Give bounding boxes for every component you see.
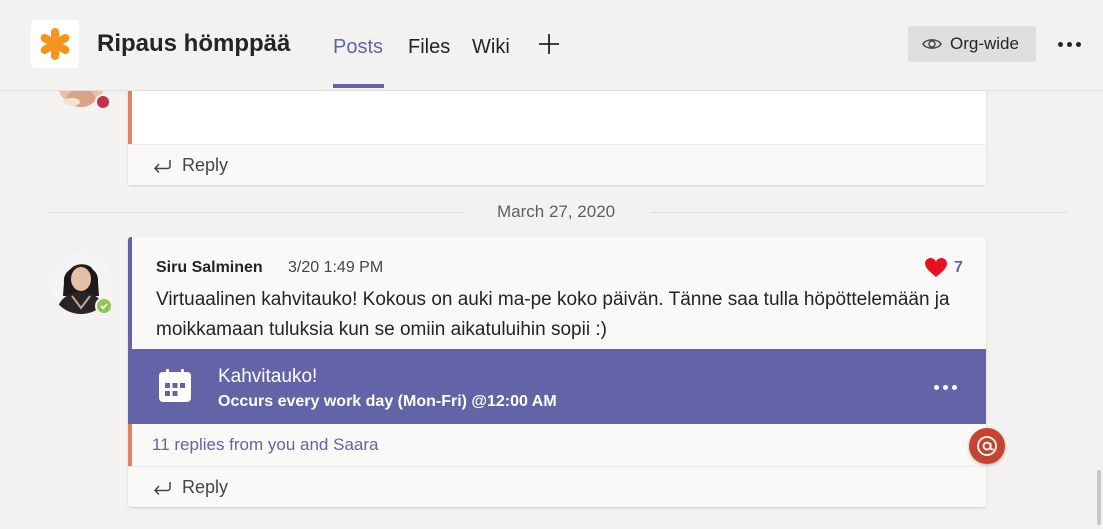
team-logo[interactable] (31, 20, 79, 68)
reply-button[interactable]: Reply (128, 144, 986, 185)
reply-arrow-icon (153, 160, 171, 173)
tab-files[interactable]: Files (408, 36, 450, 59)
team-name: Ripaus hömppää (97, 30, 291, 57)
org-wide-label: Org-wide (950, 34, 1019, 53)
more-options-icon (934, 385, 939, 390)
reply-label: Reply (182, 154, 229, 175)
org-wide-button[interactable]: Org-wide (908, 26, 1036, 62)
message-card: Siru Salminen 3/20 1:49 PM 7 Virtuaaline… (128, 237, 986, 507)
meeting-recurrence: Occurs every work day (Mon-Fri) @12:00 A… (218, 393, 557, 410)
eye-icon (922, 39, 942, 49)
mention-badge[interactable] (969, 428, 1005, 464)
asterisk-logo-icon (40, 28, 70, 60)
scrollbar[interactable] (1097, 470, 1101, 525)
meeting-card[interactable]: Kahvitauko! Occurs every work day (Mon-F… (128, 349, 986, 424)
at-mention-icon (977, 436, 997, 456)
more-options-dot (1076, 41, 1081, 47)
divider-line (650, 212, 1067, 213)
reaction-badge[interactable]: 7 (924, 257, 963, 278)
calendar-icon (159, 369, 191, 402)
message-body: Siru Salminen 3/20 1:49 PM 7 Virtuaaline… (132, 237, 986, 349)
reaction-count: 7 (954, 258, 963, 276)
message-text: Virtuaalinen kahvitauko! Kokous on auki … (156, 289, 950, 340)
active-tab-indicator (333, 84, 384, 88)
more-options-icon (1058, 41, 1063, 47)
more-options-dot (943, 385, 948, 390)
divider-line (48, 212, 464, 213)
message-card: Reply (128, 80, 986, 185)
channel-header: Ripaus hömppää Posts Files Wiki Org-wide (0, 0, 1103, 91)
replies-summary-link[interactable]: 11 replies from you and Saara (128, 424, 986, 466)
check-icon (100, 303, 108, 310)
meeting-more-button[interactable] (934, 385, 957, 390)
reply-arrow-icon (153, 482, 171, 495)
status-available-indicator (95, 297, 113, 315)
message-timestamp: 3/20 1:49 PM (288, 259, 384, 276)
reply-label: Reply (182, 476, 229, 497)
reply-button[interactable]: Reply (128, 466, 986, 507)
meeting-title: Kahvitauko! (218, 366, 318, 387)
add-tab-button[interactable] (537, 32, 561, 56)
date-divider: March 27, 2020 (497, 202, 616, 221)
tab-wiki[interactable]: Wiki (472, 36, 510, 59)
status-busy-indicator (95, 94, 111, 110)
more-options-button[interactable] (1058, 34, 1088, 54)
tab-posts[interactable]: Posts (333, 36, 383, 59)
heart-icon (925, 258, 947, 277)
message-author[interactable]: Siru Salminen (156, 259, 263, 277)
plus-icon (539, 34, 559, 54)
more-options-dot (1067, 41, 1072, 47)
more-options-dot (952, 385, 957, 390)
